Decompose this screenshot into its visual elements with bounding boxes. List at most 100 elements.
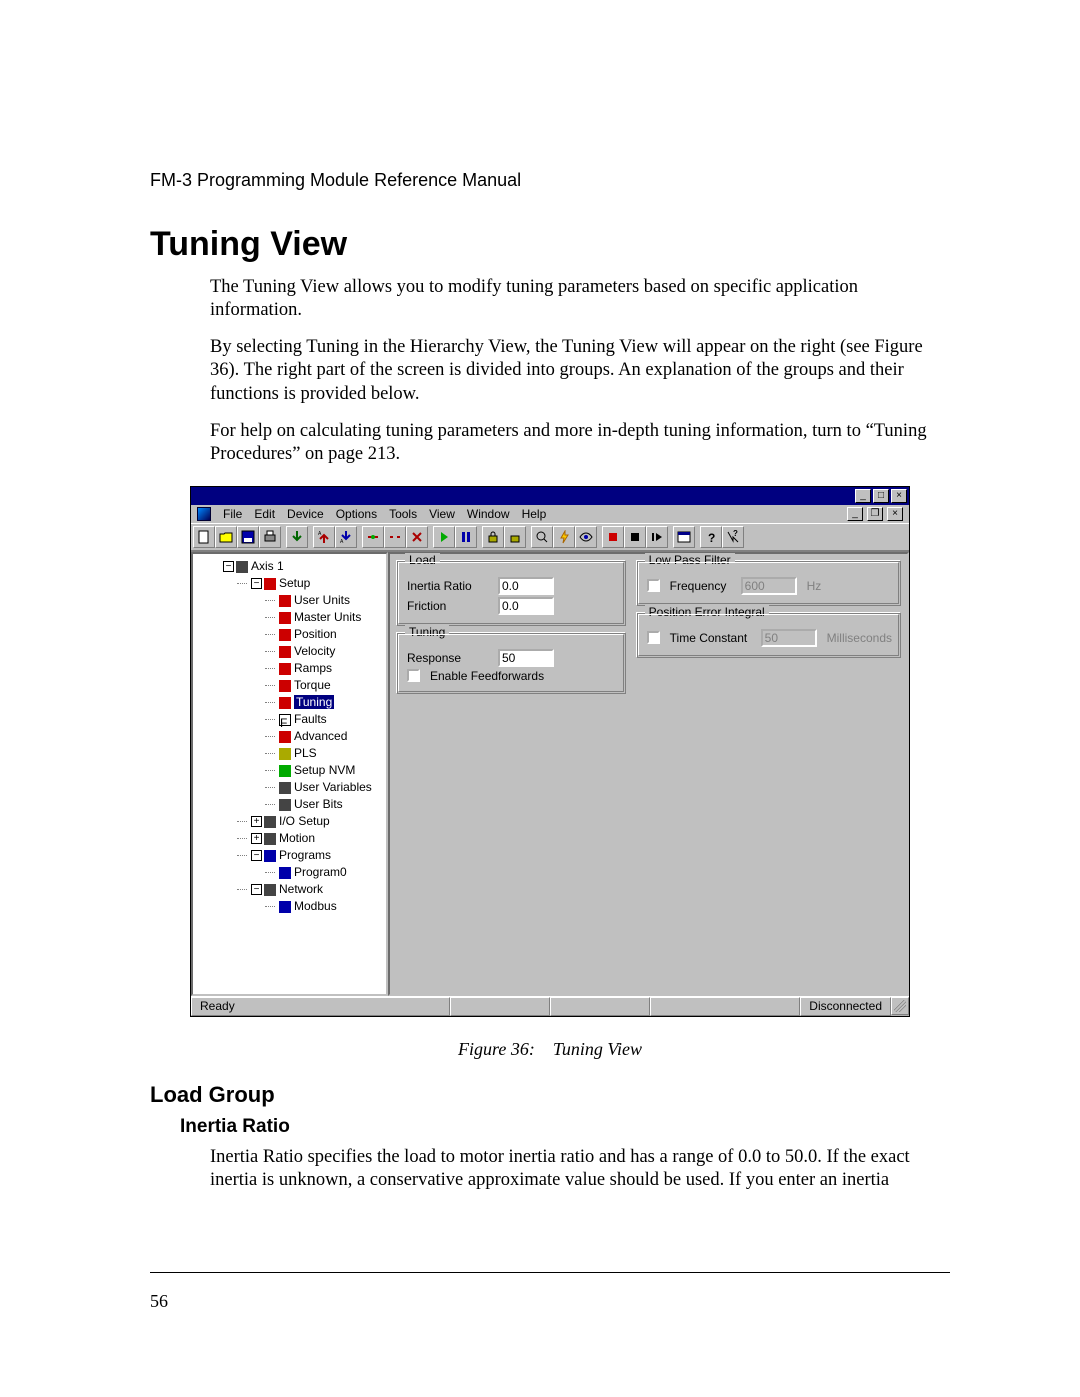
- tree-program0[interactable]: Program0: [294, 865, 347, 879]
- feedfwd-checkbox[interactable]: [407, 669, 420, 682]
- stop-icon[interactable]: [624, 526, 646, 548]
- lpf-enable-checkbox[interactable]: [647, 579, 660, 592]
- feedfwd-label: Enable Feedforwards: [430, 669, 544, 683]
- zoom-in-icon[interactable]: [531, 526, 553, 548]
- group-tuning: Tuning Response Enable Feedforwards: [396, 632, 626, 694]
- open-icon[interactable]: [215, 526, 237, 548]
- tree-item[interactable]: Faults: [294, 712, 327, 726]
- tree-io[interactable]: I/O Setup: [279, 814, 330, 828]
- timeconstant-label: Time Constant: [670, 631, 755, 645]
- tree-item[interactable]: Torque: [294, 678, 331, 692]
- tree-item[interactable]: Ramps: [294, 661, 332, 675]
- collapse-icon[interactable]: −: [223, 561, 234, 572]
- node-icon: [279, 595, 291, 607]
- status-cell: [550, 997, 650, 1016]
- group-legend: Position Error Integral: [645, 605, 769, 619]
- context-help-icon[interactable]: ?: [722, 526, 744, 548]
- app-window: _ □ × File Edit Device Options Tools Vie…: [190, 486, 910, 1017]
- expand-icon[interactable]: +: [251, 816, 262, 827]
- download-icon[interactable]: [286, 526, 308, 548]
- minimize-icon[interactable]: _: [855, 489, 871, 503]
- tree-item[interactable]: User Variables: [294, 780, 372, 794]
- mdi-restore-icon[interactable]: ❐: [867, 507, 883, 521]
- inertia-input[interactable]: [498, 577, 554, 595]
- tree-item[interactable]: Master Units: [294, 610, 361, 624]
- pei-enable-checkbox[interactable]: [647, 631, 660, 644]
- timeconstant-unit: Milliseconds: [827, 631, 892, 645]
- svg-text:A: A: [340, 539, 344, 544]
- watch-icon[interactable]: [575, 526, 597, 548]
- collapse-icon[interactable]: −: [251, 884, 262, 895]
- node-icon: [279, 680, 291, 692]
- node-icon: [279, 697, 291, 709]
- timeconstant-input: [761, 629, 817, 647]
- menu-view[interactable]: View: [429, 507, 455, 521]
- mdi-close-icon[interactable]: ×: [887, 507, 903, 521]
- resize-grip-icon[interactable]: [891, 997, 909, 1015]
- tree-setup[interactable]: Setup: [279, 576, 310, 590]
- menu-device[interactable]: Device: [287, 507, 324, 521]
- tree-item[interactable]: PLS: [294, 746, 317, 760]
- status-ready: Ready: [191, 997, 450, 1016]
- group-pei: Position Error Integral Time Constant Mi…: [636, 612, 901, 658]
- subsub-title: Inertia Ratio: [180, 1116, 950, 1138]
- lock-icon[interactable]: [482, 526, 504, 548]
- toolbar: A A: [191, 523, 909, 551]
- help-icon[interactable]: ?: [700, 526, 722, 548]
- tree-item[interactable]: User Units: [294, 593, 350, 607]
- modbus-icon: [279, 901, 291, 913]
- tree-network[interactable]: Network: [279, 882, 323, 896]
- svg-text:A: A: [318, 531, 322, 537]
- close-icon[interactable]: ×: [891, 489, 907, 503]
- setup-icon: [264, 578, 276, 590]
- menu-tools[interactable]: Tools: [389, 507, 417, 521]
- menu-options[interactable]: Options: [336, 507, 377, 521]
- menu-edit[interactable]: Edit: [254, 507, 275, 521]
- tree-item[interactable]: Setup NVM: [294, 763, 355, 777]
- print-icon[interactable]: [259, 526, 281, 548]
- var-icon: [279, 782, 291, 794]
- new-icon[interactable]: [193, 526, 215, 548]
- response-input[interactable]: [498, 649, 554, 667]
- tree-item[interactable]: Velocity: [294, 644, 335, 658]
- delete-icon[interactable]: [406, 526, 428, 548]
- menu-file[interactable]: File: [223, 507, 242, 521]
- menu-window[interactable]: Window: [467, 507, 510, 521]
- group-lpf: Low Pass Filter Frequency Hz: [636, 560, 901, 606]
- collapse-icon[interactable]: −: [251, 850, 262, 861]
- tree-item[interactable]: Advanced: [294, 729, 347, 743]
- save-icon[interactable]: [237, 526, 259, 548]
- disconnect-icon[interactable]: [384, 526, 406, 548]
- group-legend: Tuning: [405, 625, 449, 639]
- maximize-icon[interactable]: □: [873, 489, 889, 503]
- group-load: Load Inertia Ratio Friction: [396, 560, 626, 626]
- tree-item[interactable]: Position: [294, 627, 337, 641]
- unlock-icon[interactable]: [504, 526, 526, 548]
- pause-icon[interactable]: [455, 526, 477, 548]
- download-arrow-icon[interactable]: A: [335, 526, 357, 548]
- tree-motion[interactable]: Motion: [279, 831, 315, 845]
- friction-input[interactable]: [498, 597, 554, 615]
- tuning-view-panel: Load Inertia Ratio Friction: [388, 552, 909, 996]
- connect-icon[interactable]: [362, 526, 384, 548]
- svg-text:?: ?: [708, 531, 715, 544]
- node-icon: [279, 731, 291, 743]
- tree-programs[interactable]: Programs: [279, 848, 331, 862]
- red-square-icon[interactable]: [602, 526, 624, 548]
- frequency-input: [741, 577, 797, 595]
- tree-axis[interactable]: Axis 1: [251, 559, 284, 573]
- mdi-minimize-icon[interactable]: _: [847, 507, 863, 521]
- tree-modbus[interactable]: Modbus: [294, 899, 337, 913]
- expand-icon[interactable]: +: [251, 833, 262, 844]
- step-icon[interactable]: [646, 526, 668, 548]
- tree-item-tuning[interactable]: Tuning: [294, 695, 334, 709]
- upload-arrow-icon[interactable]: A: [313, 526, 335, 548]
- network-icon: [264, 884, 276, 896]
- menu-help[interactable]: Help: [522, 507, 547, 521]
- flash-icon[interactable]: [553, 526, 575, 548]
- hierarchy-tree[interactable]: − Axis 1 − Setup User Units Master Units P…: [191, 552, 388, 996]
- collapse-icon[interactable]: −: [251, 578, 262, 589]
- window-icon[interactable]: [673, 526, 695, 548]
- tree-item[interactable]: User Bits: [294, 797, 343, 811]
- run-icon[interactable]: [433, 526, 455, 548]
